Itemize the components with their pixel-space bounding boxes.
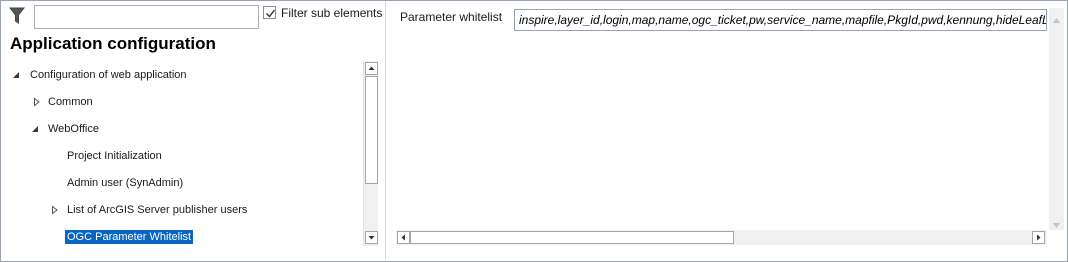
arrow-left-icon bbox=[401, 234, 405, 241]
tree-item-admin-user[interactable]: Admin user (SynAdmin) bbox=[1, 174, 363, 192]
tree-item-project-initialization[interactable]: Project Initialization bbox=[1, 147, 363, 165]
scroll-up-button[interactable] bbox=[365, 62, 378, 75]
tree-item-label: OGC Parameter Whitelist bbox=[65, 230, 194, 244]
application-configuration-title: Application configuration bbox=[10, 34, 216, 53]
editor-horizontal-scrollbar[interactable] bbox=[396, 230, 1047, 245]
pane-splitter[interactable] bbox=[385, 1, 386, 260]
parameter-whitelist-label: Parameter whitelist bbox=[400, 10, 503, 24]
filter-sub-elements-checkbox[interactable] bbox=[263, 6, 276, 19]
parameter-whitelist-field[interactable]: inspire,layer_id,login,map,name,ogc_tick… bbox=[514, 9, 1047, 31]
expanded-triangle-icon[interactable] bbox=[30, 124, 40, 134]
tree-item-label: Common bbox=[48, 96, 93, 108]
filter-icon[interactable] bbox=[8, 7, 26, 25]
tree-item-arcgis-publisher-users[interactable]: List of ArcGIS Server publisher users bbox=[1, 201, 363, 219]
scroll-left-button[interactable] bbox=[397, 231, 410, 244]
tree-item-label: List of ArcGIS Server publisher users bbox=[67, 204, 248, 216]
tree-item-configuration-of-web-application[interactable]: Configuration of web application bbox=[1, 66, 363, 84]
tree-item-label: Admin user (SynAdmin) bbox=[67, 177, 184, 189]
scroll-thumb[interactable] bbox=[365, 76, 378, 184]
configuration-tree: Configuration of web application Common … bbox=[1, 61, 363, 247]
collapsed-triangle-icon[interactable] bbox=[50, 205, 60, 215]
tree-item-label: Configuration of web application bbox=[30, 69, 187, 81]
filter-sub-elements-label[interactable]: Filter sub elements bbox=[281, 6, 382, 20]
tree-item-ogc-parameter-whitelist[interactable]: OGC Parameter Whitelist bbox=[1, 228, 363, 246]
arrow-down-icon bbox=[368, 236, 375, 240]
configuration-tree-pane: Filter sub elements Application configur… bbox=[1, 1, 383, 260]
property-editor-pane: Parameter whitelist inspire,layer_id,log… bbox=[387, 1, 1067, 260]
scroll-right-button[interactable] bbox=[1032, 231, 1045, 244]
tree-item-common[interactable]: Common bbox=[1, 93, 363, 111]
editor-vertical-scrollbar[interactable] bbox=[1049, 8, 1064, 230]
tree-vertical-scrollbar[interactable] bbox=[363, 61, 378, 246]
scroll-thumb[interactable] bbox=[410, 231, 734, 244]
collapsed-triangle-icon[interactable] bbox=[32, 97, 42, 107]
arrow-up-icon bbox=[368, 66, 375, 70]
expanded-triangle-icon[interactable] bbox=[11, 70, 21, 80]
filter-search-input[interactable] bbox=[34, 5, 259, 29]
tree-item-weboffice[interactable]: WebOffice bbox=[1, 120, 363, 138]
tree-item-label: Project Initialization bbox=[67, 150, 162, 162]
scroll-down-button[interactable] bbox=[365, 231, 378, 244]
tree-item-label: WebOffice bbox=[48, 123, 99, 135]
arrow-right-icon bbox=[1037, 234, 1041, 241]
